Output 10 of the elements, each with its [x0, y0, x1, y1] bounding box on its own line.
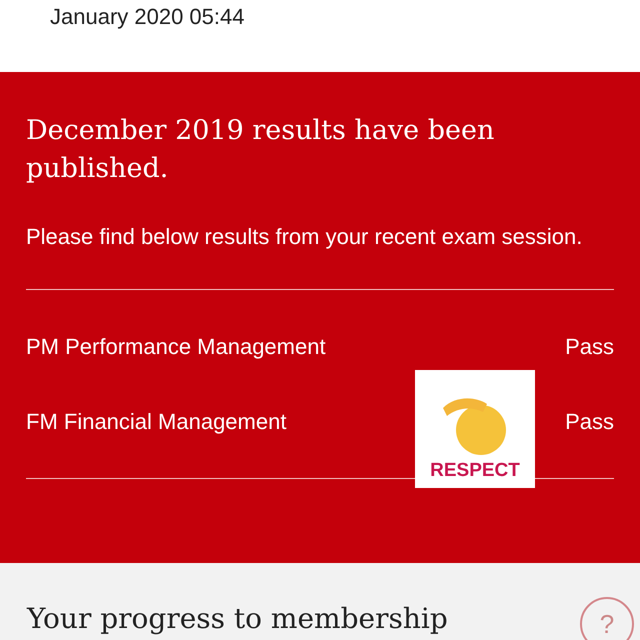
exam-result: Pass	[565, 408, 614, 436]
exam-subject: FM Financial Management	[26, 408, 286, 436]
help-button[interactable]: ?	[580, 597, 634, 640]
exam-result: Pass	[565, 333, 614, 361]
sticker-caption: RESPECT	[430, 460, 520, 482]
exam-subject: PM Performance Management	[26, 333, 326, 361]
notice-message: Please find below results from your recent exam session.	[26, 223, 584, 251]
section-heading: Your progress to membership	[27, 601, 448, 637]
date-time: January 2020 05:44	[50, 4, 244, 29]
notice-title: December 2019 results have been published.	[26, 114, 496, 186]
